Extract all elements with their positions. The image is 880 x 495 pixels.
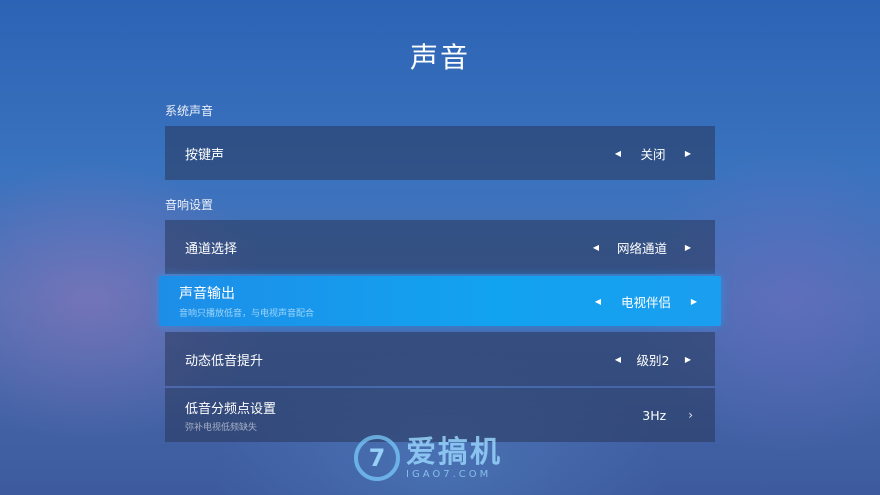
watermark-brand: 爱搞机 — [406, 434, 502, 470]
row-dynamic-bass-boost[interactable]: 动态低音提升 ◀ 级别2 ▶ — [165, 332, 715, 386]
chevron-right-icon[interactable]: › — [688, 408, 693, 422]
right-arrow-icon[interactable]: ▶ — [689, 297, 699, 306]
row-label: 声音输出 — [179, 286, 235, 302]
page-title: 声音 — [409, 41, 470, 74]
row-channel-select[interactable]: 通道选择 ◀ 网络通道 ▶ — [165, 220, 715, 274]
left-arrow-icon[interactable]: ◀ — [613, 355, 623, 364]
row-label: 通道选择 — [185, 241, 238, 257]
row-value: 电视伴侣 — [620, 294, 671, 310]
row-value: 3Hz — [642, 407, 667, 423]
row-subtitle: 音响只播放低音，与电视声音配合 — [179, 309, 315, 319]
row-sound-output[interactable]: 声音输出 音响只播放低音，与电视声音配合 ◀ 电视伴侣 ▶ — [159, 276, 721, 326]
row-label: 低音分频点设置 — [185, 401, 277, 417]
row-value: 网络通道 — [616, 240, 667, 256]
right-arrow-icon[interactable]: ▶ — [683, 243, 693, 252]
watermark-logo-icon: 7 — [354, 435, 400, 481]
watermark-domain: IGAO7.COM — [406, 468, 492, 480]
row-subtitle: 弥补电视低频缺失 — [185, 422, 258, 433]
watermark: 7 爱搞机 IGAO7.COM — [354, 432, 534, 484]
left-arrow-icon[interactable]: ◀ — [593, 297, 603, 306]
row-label: 按键声 — [185, 147, 225, 163]
row-label: 动态低音提升 — [185, 353, 264, 369]
left-arrow-icon[interactable]: ◀ — [591, 243, 601, 252]
row-value: 关闭 — [640, 146, 666, 162]
row-value: 级别2 — [636, 352, 670, 368]
right-arrow-icon[interactable]: ▶ — [683, 355, 693, 364]
left-arrow-icon[interactable]: ◀ — [613, 149, 623, 158]
row-key-sound[interactable]: 按键声 ◀ 关闭 ▶ — [165, 126, 715, 180]
section-label-speaker-settings: 音响设置 — [165, 198, 214, 212]
section-label-system-sound: 系统声音 — [165, 104, 214, 118]
right-arrow-icon[interactable]: ▶ — [683, 149, 693, 158]
